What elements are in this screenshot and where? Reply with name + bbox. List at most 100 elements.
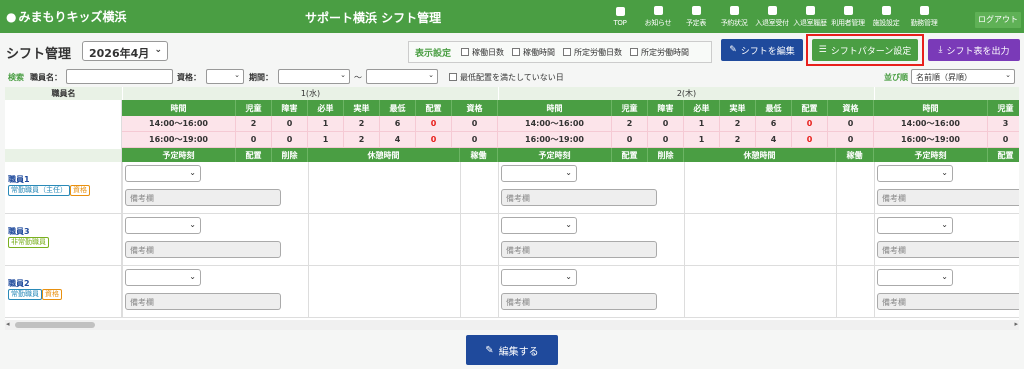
summary-cell: 2 [236, 116, 272, 132]
chevron-down-icon: ⌄ [189, 220, 196, 229]
checkbox[interactable] [512, 48, 521, 56]
time-select[interactable]: ⌄ [125, 217, 201, 234]
memo-input[interactable]: 備考欄 [501, 293, 657, 310]
edit-shift-label: シフトを編集 [740, 46, 795, 57]
calendar-icon [691, 5, 701, 15]
summary-cell: 0 [236, 132, 272, 148]
save-edit-button[interactable]: ✎ 編集する [466, 335, 558, 365]
staff-name-label: 職員名： [30, 73, 62, 82]
period-tilde: 〜 [354, 73, 362, 82]
day-header [874, 87, 1019, 100]
break-col-divider [684, 162, 685, 214]
memo-input[interactable]: 備考欄 [125, 293, 281, 310]
time-select[interactable]: ⌄ [501, 165, 577, 182]
time-select[interactable]: ⌄ [501, 217, 577, 234]
summary-cell: 1 [684, 116, 720, 132]
nav-item-7[interactable]: 施設設定 [867, 1, 905, 32]
col-header: 児童 [988, 100, 1019, 116]
col-header: 時間 [874, 100, 988, 116]
scroll-left-icon[interactable]: ◂ [6, 320, 10, 328]
display-option-label: 所定労働時間 [641, 47, 690, 57]
min-placement-label: 最低配置を満たしていない日 [460, 73, 564, 82]
nav-label: 入退室履歴 [793, 18, 827, 27]
period-label: 期間： [249, 73, 273, 82]
chevron-down-icon: ⌄ [941, 272, 948, 281]
qualification-label: 資格： [177, 73, 201, 82]
sub-header: 稼働 [836, 148, 874, 162]
display-option-0[interactable]: 稼働日数 [461, 47, 504, 58]
memo-input[interactable]: 備考欄 [501, 241, 657, 258]
export-shift-label: シフト表を出力 [946, 46, 1010, 57]
sort-select[interactable]: 名前順（昇順） ⌄ [911, 69, 1015, 84]
qualification-select[interactable]: ⌄ [206, 69, 244, 84]
period-start-select[interactable]: ⌄ [278, 69, 350, 84]
display-settings: 表示設定 稼働日数 稼働時間 所定労働日数 所定労働時間 [408, 41, 712, 63]
chevron-down-icon: ⌄ [941, 168, 948, 177]
staff-badge: 資格 [42, 289, 62, 300]
summary-cell: 1 [684, 132, 720, 148]
time-select[interactable]: ⌄ [125, 165, 201, 182]
page-title: シフト管理 [6, 47, 72, 62]
time-select[interactable]: ⌄ [877, 217, 953, 234]
summary-cell: 16:00〜19:00 [122, 132, 236, 148]
list-icon [729, 5, 739, 15]
logout-button[interactable]: ログアウト [975, 12, 1021, 28]
nav-item-1[interactable]: お知らせ [639, 1, 677, 32]
nav-item-2[interactable]: 予定表 [677, 1, 715, 32]
sub-header: 休憩時間 [308, 148, 460, 162]
staff-badge: 常勤職員 [8, 289, 42, 300]
horizontal-scrollbar[interactable]: ◂ ▸ [5, 320, 1019, 330]
work-col-divider [836, 214, 837, 266]
save-edit-label: 編集する [498, 346, 539, 358]
sub-header: 配置 [612, 148, 648, 162]
edit-shift-button[interactable]: ✎ シフトを編集 [721, 39, 803, 61]
time-select[interactable]: ⌄ [125, 269, 201, 286]
memo-input[interactable]: 備考欄 [877, 189, 1019, 206]
checkbox[interactable] [630, 48, 639, 56]
checkbox[interactable] [461, 48, 470, 56]
nav-item-4[interactable]: 入退室受付 [753, 1, 791, 32]
memo-input[interactable]: 備考欄 [125, 189, 281, 206]
summary-cell: 2 [344, 116, 380, 132]
scroll-right-icon[interactable]: ▸ [1014, 320, 1018, 328]
min-placement-checkbox[interactable] [449, 73, 457, 81]
nav-label: 予定表 [685, 18, 707, 27]
nav-item-6[interactable]: 利用者管理 [829, 1, 867, 32]
time-select[interactable]: ⌄ [501, 269, 577, 286]
staff-name[interactable]: 職員1 [8, 174, 30, 185]
display-settings-label: 表示設定 [415, 48, 452, 59]
logo[interactable]: ● みまもりキッズ横浜 [0, 8, 170, 25]
time-select[interactable]: ⌄ [877, 165, 953, 182]
staff-name[interactable]: 職員2 [8, 278, 30, 289]
nav-item-8[interactable]: 勤務管理 [905, 1, 943, 32]
staff-badge: 資格 [70, 185, 90, 196]
nav-item-5[interactable]: 入退室履歴 [791, 1, 829, 32]
time-select[interactable]: ⌄ [877, 269, 953, 286]
month-select[interactable]: 2026年4月 ⌄ [82, 41, 168, 61]
chevron-down-icon: ⌄ [428, 71, 434, 79]
staff-name[interactable]: 職員3 [8, 226, 30, 237]
nav-label: お知らせ [644, 18, 672, 27]
memo-input[interactable]: 備考欄 [125, 241, 281, 258]
scrollbar-thumb[interactable] [15, 322, 95, 328]
memo-input[interactable]: 備考欄 [877, 241, 1019, 258]
server-icon [919, 5, 929, 15]
display-option-2[interactable]: 所定労働日数 [563, 47, 622, 58]
memo-input[interactable]: 備考欄 [877, 293, 1019, 310]
col-header: 必単 [684, 100, 720, 116]
nav-item-0[interactable]: TOP [601, 1, 639, 32]
memo-input[interactable]: 備考欄 [501, 189, 657, 206]
nav-item-3[interactable]: 予約状況 [715, 1, 753, 32]
export-shift-button[interactable]: ⤓ シフト表を出力 [928, 39, 1020, 61]
period-end-select[interactable]: ⌄ [366, 69, 438, 84]
break-col-divider [308, 214, 309, 266]
summary-cell: 0 [792, 116, 828, 132]
display-option-1[interactable]: 稼働時間 [512, 47, 555, 58]
summary-cell: 2 [720, 132, 756, 148]
display-option-3[interactable]: 所定労働時間 [630, 47, 689, 58]
staff-name-input[interactable] [66, 69, 173, 84]
gear-icon [881, 5, 891, 15]
col-header: 実単 [344, 100, 380, 116]
checkbox[interactable] [563, 48, 572, 56]
summary-cell: 14:00〜16:00 [498, 116, 612, 132]
